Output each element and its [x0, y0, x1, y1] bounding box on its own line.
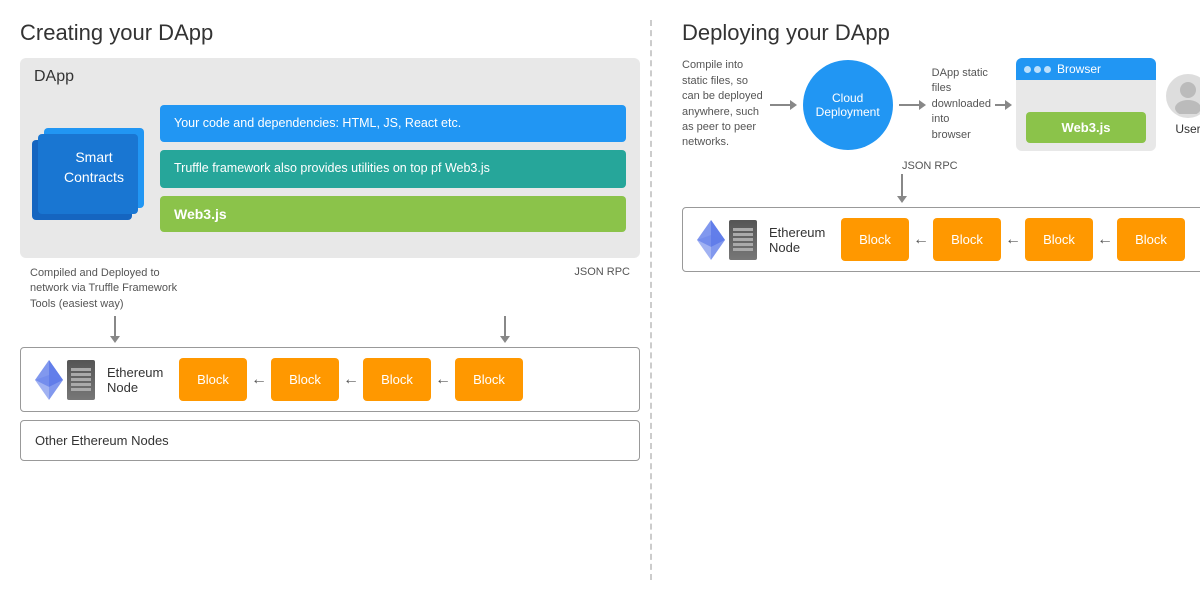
dapp-static-text: DApp static files downloaded into browse… — [932, 66, 991, 143]
block-arrow-r2: ← — [1005, 231, 1021, 249]
browser-title-bar: Browser — [1016, 58, 1156, 80]
evm-icon-right — [729, 220, 757, 260]
user-label: User — [1175, 122, 1200, 136]
smart-contracts-stack: SmartContracts — [44, 128, 144, 207]
evm-icon — [67, 360, 95, 400]
smart-contract-card: SmartContracts — [44, 128, 144, 207]
browser-label: Browser — [1057, 62, 1101, 76]
block-arrow-2: ← — [343, 371, 359, 389]
below-dapp-labels: Compiled and Deployed to network via Tru… — [20, 262, 640, 316]
left-section: Creating your DApp DApp SmartContracts Y… — [20, 20, 640, 580]
block-r3: Block — [1025, 218, 1093, 261]
block-4: Block — [455, 358, 523, 401]
user-icon — [1170, 78, 1200, 114]
block-r2: Block — [933, 218, 1001, 261]
json-rpc-label: JSON RPC — [574, 266, 630, 312]
compile-text: Compile into static files, so can be dep… — [682, 58, 764, 150]
block-r1: Block — [841, 218, 909, 261]
block-2: Block — [271, 358, 339, 401]
truffle-box: Truffle framework also provides utilitie… — [160, 150, 626, 188]
ethereum-node-box-left: EthereumNode Block ← Block ← Block ← Blo… — [20, 347, 640, 412]
block-arrow-r3: ← — [1097, 231, 1113, 249]
ethereum-node-label-left: EthereumNode — [107, 365, 167, 395]
eth-logo-right — [697, 220, 757, 260]
web3-box: Web3.js — [160, 196, 626, 232]
block-r4: Block — [1117, 218, 1185, 261]
browser-box: Browser Web3.js — [1016, 58, 1156, 151]
right-title: Deploying your DApp — [682, 20, 1200, 46]
json-rpc-right: JSON RPC — [902, 160, 958, 172]
block-1: Block — [179, 358, 247, 401]
user-avatar: User — [1166, 74, 1200, 136]
ethereum-icon — [35, 360, 63, 400]
block-3: Block — [363, 358, 431, 401]
compiled-deployed-text: Compiled and Deployed to network via Tru… — [30, 266, 200, 312]
blocks-row-right: Block ← Block ← Block ← Block — [841, 218, 1195, 261]
avatar-circle — [1166, 74, 1200, 118]
other-nodes-box: Other Ethereum Nodes — [20, 420, 640, 461]
browser-dots — [1024, 66, 1051, 73]
blocks-row-left: Block ← Block ← Block ← Block — [179, 358, 625, 401]
dapp-label: DApp — [34, 68, 74, 86]
cloud-deployment: CloudDeployment — [803, 60, 893, 150]
right-section: Deploying your DApp Compile into static … — [650, 20, 1200, 580]
dapp-right-boxes: Your code and dependencies: HTML, JS, Re… — [160, 105, 626, 232]
deploy-flow: Compile into static files, so can be dep… — [682, 58, 1200, 151]
eth-logo — [35, 360, 95, 400]
ethereum-node-label-right: EthereumNode — [769, 225, 829, 255]
dapp-area: DApp SmartContracts Your code and depend… — [20, 58, 640, 258]
block-arrow-r1: ← — [913, 231, 929, 249]
web3-in-browser: Web3.js — [1026, 112, 1146, 143]
block-arrow-1: ← — [251, 371, 267, 389]
ethereum-node-box-right: EthereumNode Block ← Block ← Block ← Blo… — [682, 207, 1200, 272]
other-nodes-label: Other Ethereum Nodes — [35, 433, 169, 448]
block-arrow-3: ← — [435, 371, 451, 389]
code-box: Your code and dependencies: HTML, JS, Re… — [160, 105, 626, 143]
ethereum-icon-right — [697, 220, 725, 260]
left-title: Creating your DApp — [20, 20, 640, 46]
